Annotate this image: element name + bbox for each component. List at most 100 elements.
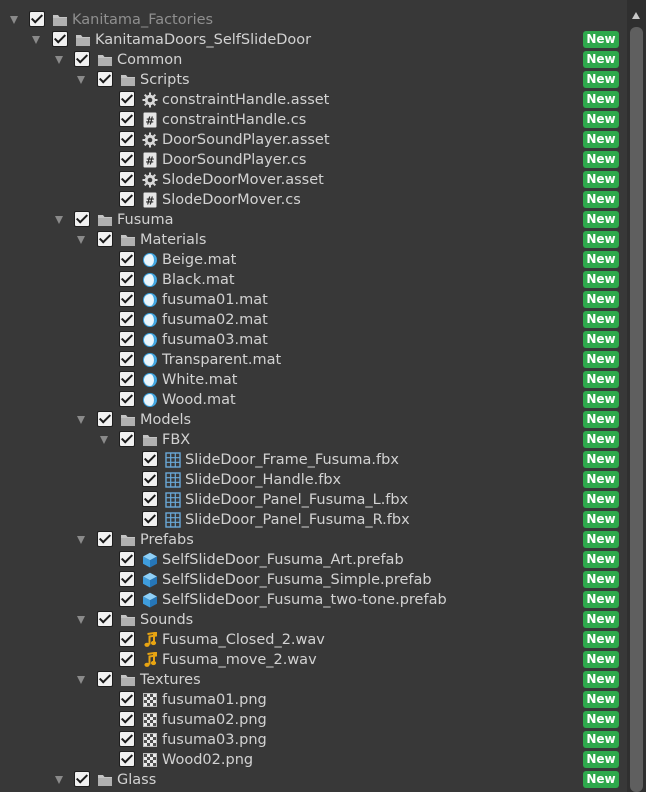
include-checkbox[interactable] <box>119 751 135 767</box>
tree-row[interactable]: FBX New <box>0 430 626 450</box>
mesh-icon <box>165 452 181 468</box>
tree-row[interactable]: Scripts New <box>0 70 626 90</box>
new-badge: New <box>583 431 619 448</box>
expand-arrow-icon[interactable] <box>77 536 85 544</box>
include-checkbox[interactable] <box>119 151 135 167</box>
include-checkbox[interactable] <box>97 671 113 687</box>
include-checkbox[interactable] <box>119 371 135 387</box>
expand-arrow-icon[interactable] <box>32 36 40 44</box>
tree-row[interactable]: Kanitama_Factories <box>0 10 626 30</box>
include-checkbox[interactable] <box>119 591 135 607</box>
include-checkbox[interactable] <box>119 271 135 287</box>
tree-row[interactable]: Common New <box>0 50 626 70</box>
include-checkbox[interactable] <box>119 171 135 187</box>
include-checkbox[interactable] <box>52 31 68 47</box>
material-icon <box>142 372 158 388</box>
include-checkbox[interactable] <box>119 691 135 707</box>
include-checkbox[interactable] <box>142 491 158 507</box>
tree-row[interactable]: # SlodeDoorMover.cs New <box>0 190 626 210</box>
include-checkbox[interactable] <box>97 231 113 247</box>
vertical-scrollbar[interactable] <box>627 0 646 792</box>
expand-arrow-icon[interactable] <box>55 56 63 64</box>
tree-row[interactable]: SelfSlideDoor_Fusuma_Simple.prefab New <box>0 570 626 590</box>
expand-arrow-icon[interactable] <box>55 216 63 224</box>
tree-row[interactable]: constraintHandle.asset New <box>0 90 626 110</box>
tree-row[interactable]: Fusuma_Closed_2.wav New <box>0 630 626 650</box>
scroll-up-arrow-icon[interactable] <box>632 12 640 19</box>
tree-row[interactable]: SlideDoor_Frame_Fusuma.fbx New <box>0 450 626 470</box>
tree-row[interactable]: SlideDoor_Panel_Fusuma_R.fbx New <box>0 510 626 530</box>
tree-row[interactable]: fusuma01.png New <box>0 690 626 710</box>
tree-row[interactable]: SelfSlideDoor_Fusuma_Art.prefab New <box>0 550 626 570</box>
expand-arrow-icon[interactable] <box>77 676 85 684</box>
include-checkbox[interactable] <box>119 651 135 667</box>
expand-arrow-icon[interactable] <box>77 416 85 424</box>
tree-row[interactable]: Transparent.mat New <box>0 350 626 370</box>
tree-row[interactable]: SlideDoor_Handle.fbx New <box>0 470 626 490</box>
include-checkbox[interactable] <box>119 191 135 207</box>
tree-row[interactable]: DoorSoundPlayer.asset New <box>0 130 626 150</box>
include-checkbox[interactable] <box>74 771 90 787</box>
expand-arrow-icon[interactable] <box>77 616 85 624</box>
tree-row[interactable]: Prefabs New <box>0 530 626 550</box>
include-checkbox[interactable] <box>119 111 135 127</box>
tree-row[interactable]: fusuma01.mat New <box>0 290 626 310</box>
tree-row[interactable]: KanitamaDoors_SelfSlideDoor New <box>0 30 626 50</box>
tree-row[interactable]: White.mat New <box>0 370 626 390</box>
include-checkbox[interactable] <box>97 531 113 547</box>
include-checkbox[interactable] <box>119 91 135 107</box>
tree-row[interactable]: fusuma02.png New <box>0 710 626 730</box>
tree-row[interactable]: Fusuma_move_2.wav New <box>0 650 626 670</box>
expand-arrow-icon[interactable] <box>100 436 108 444</box>
new-badge: New <box>583 391 619 408</box>
tree-row[interactable]: Glass New <box>0 770 626 790</box>
folder-icon <box>120 532 136 548</box>
include-checkbox[interactable] <box>97 611 113 627</box>
include-checkbox[interactable] <box>119 571 135 587</box>
tree-row[interactable]: Sounds New <box>0 610 626 630</box>
include-checkbox[interactable] <box>97 71 113 87</box>
include-checkbox[interactable] <box>119 291 135 307</box>
tree-row[interactable]: Wood.mat New <box>0 390 626 410</box>
tree-row[interactable]: Textures New <box>0 670 626 690</box>
expand-arrow-icon[interactable] <box>77 76 85 84</box>
include-checkbox[interactable] <box>119 711 135 727</box>
tree-row[interactable]: fusuma03.png New <box>0 730 626 750</box>
tree-row[interactable]: Models New <box>0 410 626 430</box>
include-checkbox[interactable] <box>142 511 158 527</box>
tree-row[interactable]: SelfSlideDoor_Fusuma_two-tone.prefab New <box>0 590 626 610</box>
include-checkbox[interactable] <box>142 451 158 467</box>
include-checkbox[interactable] <box>119 331 135 347</box>
include-checkbox[interactable] <box>142 471 158 487</box>
scrollbar-thumb[interactable] <box>630 27 643 792</box>
tree-row[interactable]: Materials New <box>0 230 626 250</box>
include-checkbox[interactable] <box>119 351 135 367</box>
include-checkbox[interactable] <box>29 11 45 27</box>
tree-row[interactable]: Beige.mat New <box>0 250 626 270</box>
include-checkbox[interactable] <box>119 391 135 407</box>
tree-row[interactable]: Wood02.png New <box>0 750 626 770</box>
tree-row[interactable]: SlodeDoorMover.asset New <box>0 170 626 190</box>
include-checkbox[interactable] <box>119 631 135 647</box>
include-checkbox[interactable] <box>119 431 135 447</box>
tree-row[interactable]: fusuma02.mat New <box>0 310 626 330</box>
include-checkbox[interactable] <box>119 131 135 147</box>
new-badge: New <box>583 711 619 728</box>
material-icon <box>142 272 158 288</box>
tree-row[interactable]: Black.mat New <box>0 270 626 290</box>
expand-arrow-icon[interactable] <box>10 16 18 24</box>
expand-arrow-icon[interactable] <box>55 776 63 784</box>
include-checkbox[interactable] <box>74 211 90 227</box>
include-checkbox[interactable] <box>74 51 90 67</box>
tree-row[interactable]: # DoorSoundPlayer.cs New <box>0 150 626 170</box>
include-checkbox[interactable] <box>119 251 135 267</box>
include-checkbox[interactable] <box>119 731 135 747</box>
tree-row[interactable]: # constraintHandle.cs New <box>0 110 626 130</box>
include-checkbox[interactable] <box>97 411 113 427</box>
include-checkbox[interactable] <box>119 551 135 567</box>
tree-row[interactable]: SlideDoor_Panel_Fusuma_L.fbx New <box>0 490 626 510</box>
expand-arrow-icon[interactable] <box>77 236 85 244</box>
tree-row[interactable]: fusuma03.mat New <box>0 330 626 350</box>
tree-row[interactable]: Fusuma New <box>0 210 626 230</box>
include-checkbox[interactable] <box>119 311 135 327</box>
